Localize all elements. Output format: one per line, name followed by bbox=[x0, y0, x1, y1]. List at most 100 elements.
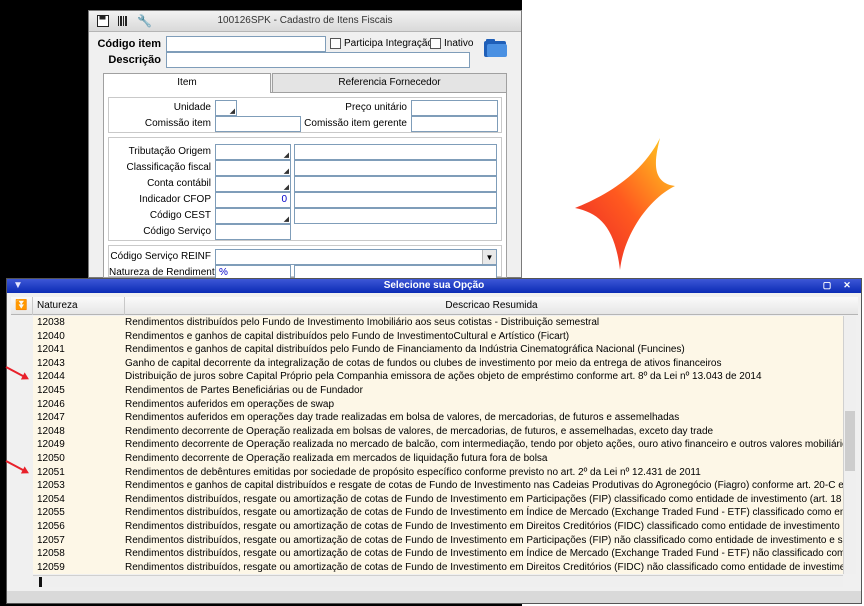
participa-integracao-checkbox[interactable]: Participa Integração bbox=[330, 38, 433, 49]
list-item[interactable]: 12040 Rendimentos e ganhos de capital dis… bbox=[33, 330, 843, 344]
natureza-code: 12054 bbox=[37, 493, 65, 505]
list-item[interactable]: 12045 Rendimentos de Partes Beneficiárias… bbox=[33, 384, 843, 398]
descricao-resumida: Rendimento decorrente de Operação realiz… bbox=[125, 452, 548, 464]
natureza-code: 12050 bbox=[37, 452, 65, 464]
vertical-scrollbar[interactable] bbox=[843, 316, 856, 574]
comissao-item-gerente-label: Comissão item gerente bbox=[304, 118, 407, 129]
list-item[interactable]: 12049 Rendimento decorrente de Operação r… bbox=[33, 438, 843, 452]
row-indicator-column bbox=[11, 316, 33, 574]
preco-unitario-input[interactable] bbox=[411, 100, 498, 116]
descricao-resumida: Rendimentos auferidos em operações day t… bbox=[125, 412, 680, 424]
list-item[interactable]: 12055 Rendimentos distribuídos, resgate o… bbox=[33, 506, 843, 520]
codigo-servico-input[interactable] bbox=[215, 224, 291, 240]
natureza-code: 12048 bbox=[37, 425, 65, 437]
window-titlebar: 🔧 100126SPK - Cadastro de Itens Fiscais bbox=[89, 11, 521, 32]
conta-contabil-desc-input[interactable] bbox=[294, 176, 497, 192]
tributacao-group: Tributação Origem ◢ Classificação fiscal… bbox=[108, 137, 502, 241]
codigo-cest-code-input[interactable]: ◢ bbox=[215, 208, 291, 224]
list-item[interactable]: 12041 Rendimentos e ganhos de capital dis… bbox=[33, 343, 843, 357]
descricao-input[interactable] bbox=[166, 52, 470, 68]
descricao-resumida: Rendimentos distribuídos pelo Fundo de I… bbox=[125, 317, 600, 328]
list-item[interactable]: 12059 Rendimentos distribuídos, resgate o… bbox=[33, 561, 843, 574]
codigo-cest-desc-input[interactable] bbox=[294, 208, 497, 224]
list-item[interactable]: 12038 Rendimentos distribuídos pelo Fundo… bbox=[33, 316, 843, 330]
tab-item[interactable]: Item bbox=[103, 73, 271, 93]
indicador-cfop-desc-input[interactable] bbox=[294, 192, 497, 208]
descricao-resumida: Rendimentos distribuídos, resgate ou amo… bbox=[125, 507, 843, 519]
descricao-resumida: Ganho de capital decorrente da integrali… bbox=[125, 357, 722, 369]
classificacao-fiscal-code-input[interactable]: ◢ bbox=[215, 160, 291, 176]
list-item[interactable]: 12043 Ganho de capital decorrente da inte… bbox=[33, 357, 843, 371]
tributacao-origem-code-input[interactable]: ◢ bbox=[215, 144, 291, 160]
list-item[interactable]: 12057 Rendimentos distribuídos, resgate o… bbox=[33, 534, 843, 548]
list-item[interactable]: 12051 Rendimentos de debêntures emitidas … bbox=[33, 466, 843, 480]
list-item[interactable]: 12046 Rendimentos auferidos em operações … bbox=[33, 398, 843, 412]
maximize-icon[interactable]: ▢ bbox=[821, 280, 833, 291]
inativo-checkbox[interactable]: Inativo bbox=[430, 38, 473, 49]
preco-unitario-label: Preço unitário bbox=[345, 102, 407, 113]
codigo-servico-reinf-select[interactable]: ▼ bbox=[215, 249, 497, 265]
unidade-input[interactable]: ◢ bbox=[215, 100, 237, 116]
popup-titlebar: ▼ Selecione sua Opção ▢ ✕ bbox=[7, 279, 861, 293]
conta-contabil-code-input[interactable]: ◢ bbox=[215, 176, 291, 192]
descricao-resumida: Distribuição de juros sobre Capital Próp… bbox=[125, 371, 762, 383]
list-item[interactable]: 12048 Rendimento decorrente de Operação r… bbox=[33, 425, 843, 439]
natureza-code: 12059 bbox=[37, 561, 65, 573]
folder-icon[interactable] bbox=[483, 37, 509, 59]
natureza-code: 12045 bbox=[37, 384, 65, 396]
inativo-box[interactable] bbox=[430, 38, 441, 49]
vertical-scroll-thumb[interactable] bbox=[845, 411, 855, 471]
list-item[interactable]: 12047 Rendimentos auferidos em operações … bbox=[33, 411, 843, 425]
sort-down-icon[interactable]: ⏬ bbox=[11, 297, 33, 315]
natureza-code: 12044 bbox=[37, 371, 65, 383]
col-descricao-resumida[interactable]: Descricao Resumida bbox=[125, 297, 858, 315]
natureza-code: 12049 bbox=[37, 439, 65, 451]
natureza-code: 12046 bbox=[37, 398, 65, 410]
indicador-cfop-label: Indicador CFOP bbox=[139, 194, 211, 205]
natureza-code: 12041 bbox=[37, 344, 65, 356]
natureza-code: 12051 bbox=[37, 466, 65, 478]
lookup-marker-icon: ◢ bbox=[283, 184, 289, 191]
descricao-resumida: Rendimentos e ganhos de capital distribu… bbox=[125, 330, 570, 342]
list-item[interactable]: 12053 Rendimentos e ganhos de capital dis… bbox=[33, 479, 843, 493]
codigo-item-input[interactable] bbox=[166, 36, 326, 52]
codigo-cest-label: Código CEST bbox=[149, 210, 211, 221]
participa-integracao-label: Participa Integração bbox=[344, 38, 433, 49]
horizontal-scrollbar[interactable] bbox=[33, 575, 843, 587]
participa-integracao-box[interactable] bbox=[330, 38, 341, 49]
comissao-item-input[interactable] bbox=[215, 116, 301, 132]
list-item[interactable]: 12050 Rendimento decorrente de Operação r… bbox=[33, 452, 843, 466]
comissao-item-gerente-input[interactable] bbox=[411, 116, 498, 132]
list-item[interactable]: 12056 Rendimentos distribuídos, resgate o… bbox=[33, 520, 843, 534]
descricao-resumida: Rendimentos de Partes Beneficiárias ou d… bbox=[125, 384, 363, 396]
descricao-resumida: Rendimentos distribuídos, resgate ou amo… bbox=[125, 520, 843, 532]
col-natureza-rendimento[interactable]: Natureza Rendimento bbox=[33, 297, 125, 329]
options-grid: 12038 Rendimentos distribuídos pelo Fundo… bbox=[33, 316, 843, 574]
close-icon[interactable]: ✕ bbox=[841, 280, 853, 291]
descricao-resumida: Rendimentos distribuídos, resgate ou amo… bbox=[125, 548, 843, 560]
horizontal-scroll-thumb[interactable] bbox=[39, 577, 42, 587]
filter-icon[interactable]: ▼ bbox=[13, 281, 23, 291]
tributacao-origem-label: Tributação Origem bbox=[128, 146, 211, 157]
list-item[interactable]: 12044 Distribuição de juros sobre Capital… bbox=[33, 370, 843, 384]
list-item[interactable]: 12054 Rendimentos distribuídos, resgate o… bbox=[33, 493, 843, 507]
unidade-group: Unidade ◢ Preço unitário Comissão item C… bbox=[108, 97, 502, 133]
indicador-cfop-input[interactable]: 0 bbox=[215, 192, 291, 208]
window-title: 100126SPK - Cadastro de Itens Fiscais bbox=[217, 15, 393, 26]
codigo-servico-label: Código Serviço bbox=[143, 226, 211, 237]
chevron-down-icon[interactable]: ▼ bbox=[482, 250, 496, 264]
descricao-label: Descrição bbox=[108, 54, 161, 66]
lookup-marker-icon: ◢ bbox=[283, 168, 289, 175]
descricao-resumida: Rendimentos e ganhos de capital distribu… bbox=[125, 344, 685, 356]
list-item[interactable]: 12058 Rendimentos distribuídos, resgate o… bbox=[33, 547, 843, 561]
popup-footer bbox=[7, 591, 861, 603]
lookup-marker-icon: ◢ bbox=[229, 108, 235, 115]
natureza-code: 12053 bbox=[37, 480, 65, 492]
tributacao-origem-desc-input[interactable] bbox=[294, 144, 497, 160]
classificacao-fiscal-desc-input[interactable] bbox=[294, 160, 497, 176]
descricao-resumida: Rendimentos de debêntures emitidas por s… bbox=[125, 466, 701, 478]
natureza-code: 12055 bbox=[37, 507, 65, 519]
tab-referencia-fornecedor[interactable]: Referencia Fornecedor bbox=[272, 73, 507, 92]
descricao-resumida: Rendimento decorrente de Operação realiz… bbox=[125, 425, 714, 437]
natureza-code: 12040 bbox=[37, 330, 65, 342]
